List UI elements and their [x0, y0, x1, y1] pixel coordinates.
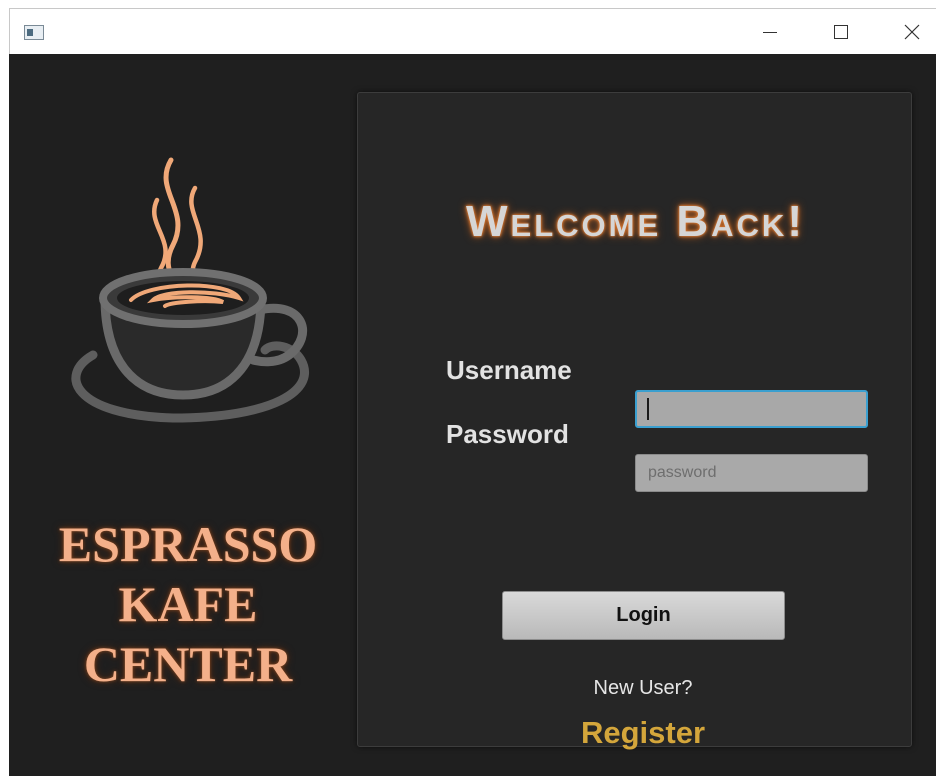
- text-caret: [647, 398, 649, 420]
- password-label: Password: [446, 419, 569, 449]
- coffee-cup-icon: [71, 157, 309, 423]
- register-link[interactable]: Register: [358, 715, 928, 751]
- title-bar: [9, 8, 936, 54]
- maximize-button[interactable]: [818, 9, 864, 55]
- app-window-icon: [24, 25, 44, 40]
- login-button[interactable]: Login: [502, 591, 785, 640]
- brand-line-1: ESPRASSO: [58, 516, 318, 572]
- login-panel: Welcome Back! Welcome Back! Username Pas…: [357, 92, 913, 750]
- username-input[interactable]: [635, 390, 868, 428]
- close-icon: [904, 24, 920, 40]
- login-window: ESPRASSO KAFE CENTER Welcome Back! Welco…: [9, 54, 936, 776]
- brand-name: ESPRASSO KAFE CENTER: [29, 514, 347, 694]
- new-user-text: New User?: [593, 677, 693, 699]
- username-label: Username: [446, 355, 572, 385]
- welcome-heading-reflection: Welcome Back!: [358, 203, 913, 241]
- brand-line-2: KAFE: [118, 576, 258, 632]
- password-input[interactable]: [635, 454, 868, 492]
- brand-line-3: CENTER: [83, 636, 293, 692]
- close-button[interactable]: [889, 9, 935, 55]
- minimize-icon: [763, 32, 777, 33]
- maximize-icon: [834, 25, 848, 39]
- minimize-button[interactable]: [747, 9, 793, 55]
- welcome-reflection-text: Welcome Back!: [358, 229, 913, 241]
